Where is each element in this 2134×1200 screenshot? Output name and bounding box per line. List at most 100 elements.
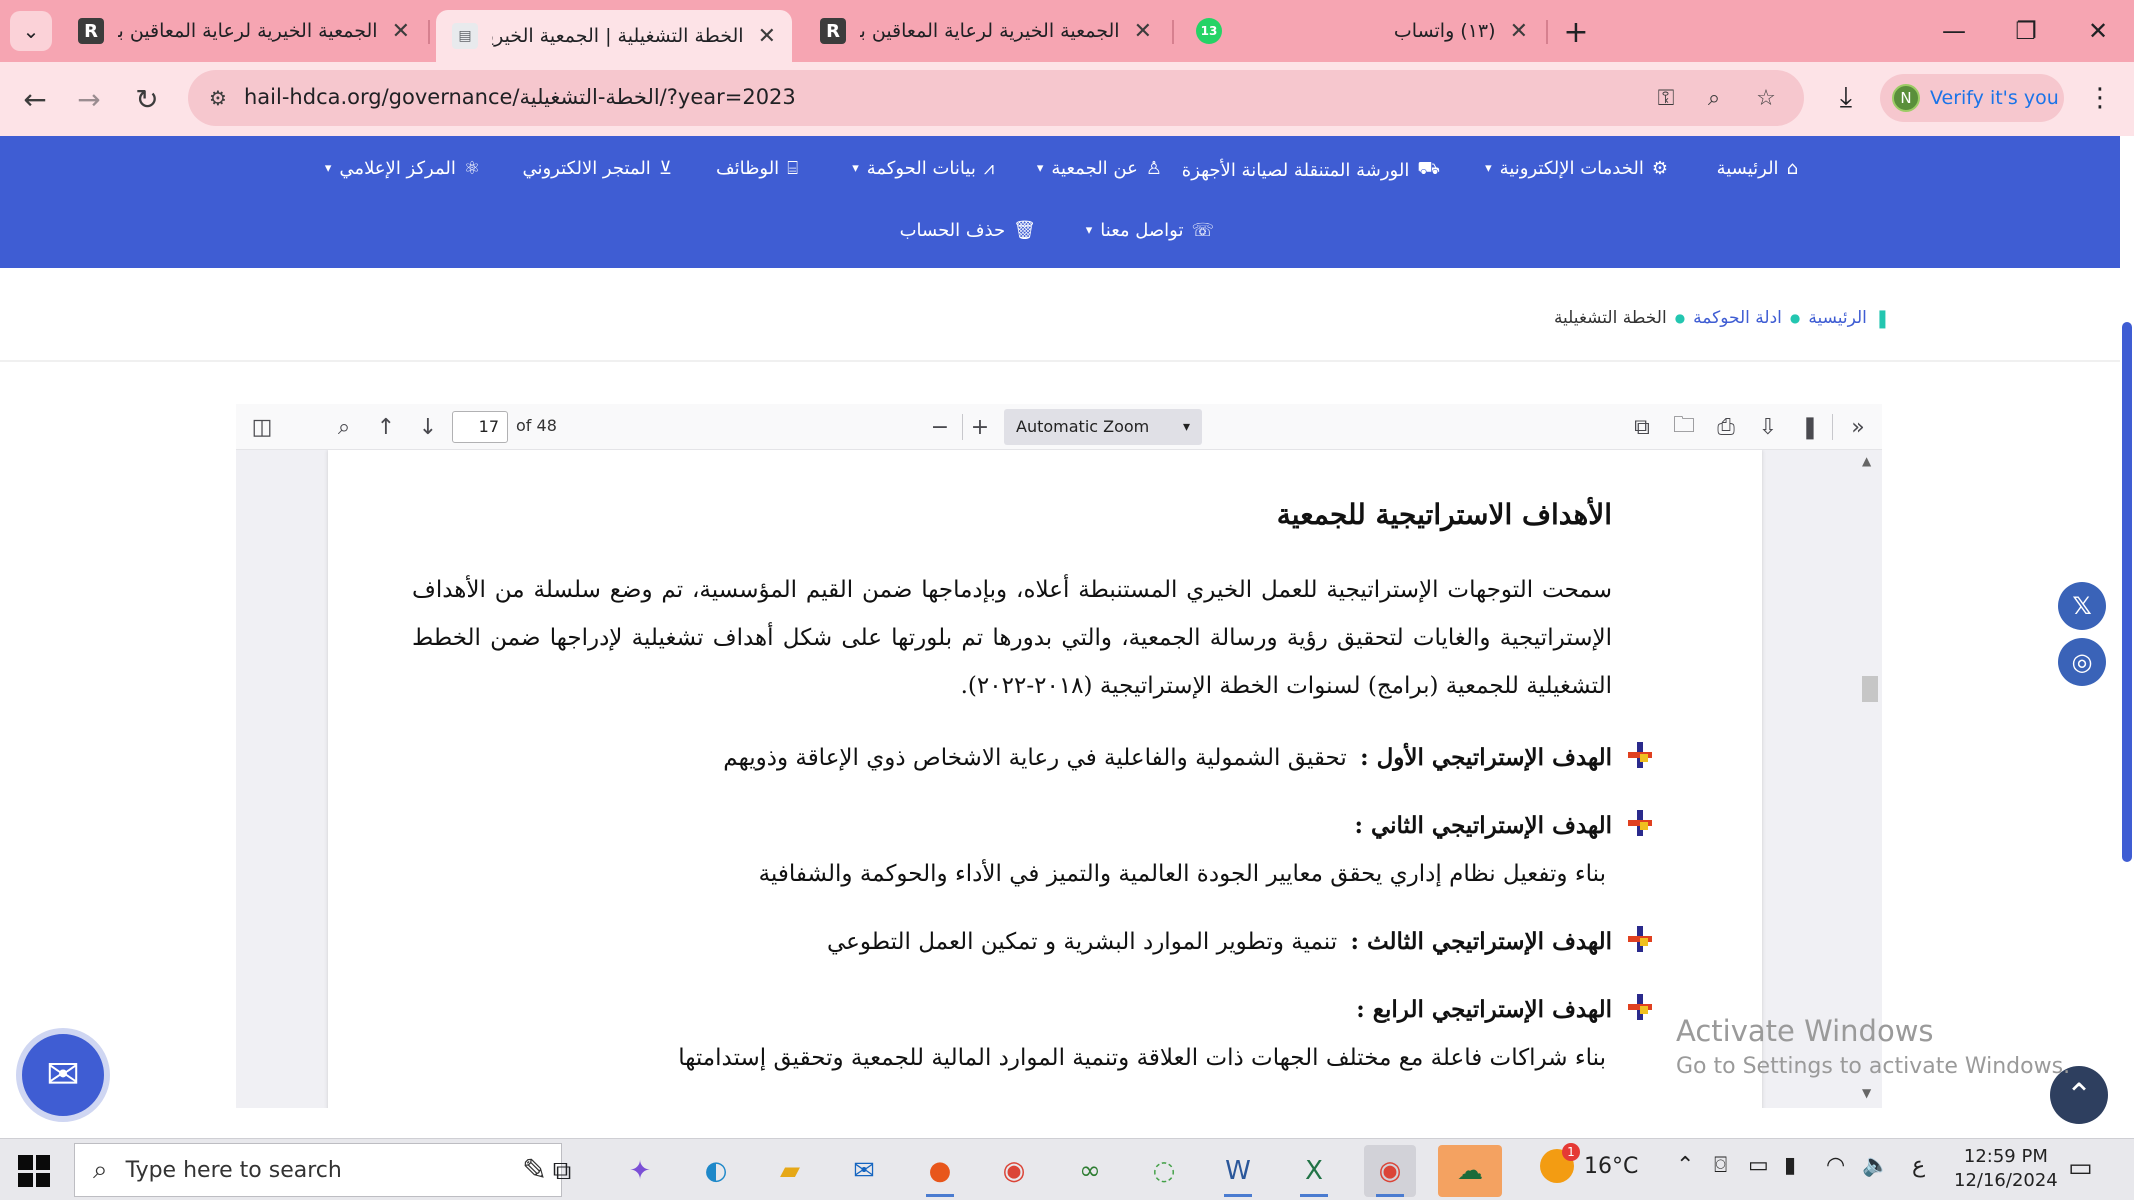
nav-item-contact[interactable]: ☏ تواصل معنا ▾ [1086, 220, 1214, 241]
running-indicator [1376, 1194, 1404, 1197]
wifi-icon[interactable]: ◠ [1826, 1153, 1845, 1178]
camera-icon[interactable]: ⌼ [1714, 1153, 1727, 1178]
bookmark-star-icon[interactable]: ☆ [1748, 80, 1784, 116]
nav-item-e-store[interactable]: ⊻ المتجر الالكتروني [522, 158, 672, 179]
presentation-mode-button[interactable]: ⧉ [1624, 409, 1660, 445]
pdf-scrollbar[interactable]: ▲ ▼ [1856, 450, 1882, 1108]
nav-item-home[interactable]: ⌂ الرئيسية [1717, 158, 1798, 179]
forward-button[interactable]: → [64, 74, 114, 124]
copilot-icon: ✦ [629, 1156, 651, 1186]
page-scroll-thumb[interactable] [2122, 322, 2132, 862]
volume-icon[interactable]: 🔈 [1862, 1153, 1889, 1178]
windows-logo-icon [18, 1172, 33, 1187]
save-button[interactable]: ⇩ [1750, 409, 1786, 445]
print-button[interactable]: ⎙ [1708, 409, 1744, 445]
site-favicon-icon: R [78, 18, 104, 44]
page-number-input[interactable]: 17 [452, 411, 508, 443]
excel-app[interactable]: X [1288, 1145, 1340, 1197]
sync-icon: ◌ [1152, 1156, 1176, 1186]
goal-text: تحقيق الشمولية والفاعلية في رعاية الاشخا… [723, 745, 1347, 771]
back-button[interactable]: ← [10, 74, 60, 124]
zoom-icon[interactable]: ⌕ [1696, 80, 1732, 116]
nav-item-about[interactable]: ♙ عن الجمعية ▾ [1037, 158, 1162, 179]
nav-item-jobs[interactable]: ⌸ الوظائف [716, 158, 798, 179]
downloads-button[interactable]: ⤓ [1824, 75, 1868, 119]
system-clock[interactable]: 12:59 PM 12/16/2024 [1954, 1145, 2058, 1193]
close-tab-icon[interactable]: ✕ [392, 19, 410, 44]
notification-center-button[interactable]: ▭ [2068, 1153, 2093, 1183]
start-button[interactable] [18, 1155, 50, 1187]
show-hidden-icons-button[interactable]: ⌃ [1676, 1153, 1694, 1178]
game-app[interactable]: ∞ [1064, 1145, 1116, 1197]
upload-app[interactable]: ☁ [1438, 1145, 1502, 1197]
browser-menu-button[interactable]: ⋮ [2084, 78, 2116, 118]
nav-item-mobile-workshop[interactable]: ⛟ الورشة المتنقلة لصيانة الأجهزة [1182, 158, 1440, 182]
nav-item-e-services[interactable]: ⚙ الخدمات الإلكترونية ▾ [1485, 158, 1668, 179]
taskbar-search-input[interactable]: ⌕ Type here to search ✎ [74, 1143, 562, 1197]
contact-mail-button[interactable]: ✉ [16, 1028, 110, 1122]
mail-app[interactable]: ✉ [838, 1145, 890, 1197]
verify-profile-button[interactable]: N Verify it's you [1880, 74, 2064, 122]
toggle-sidebar-button[interactable]: ◫ [244, 409, 280, 445]
close-tab-icon[interactable]: ✕ [758, 24, 776, 49]
browser-tab-3[interactable]: R الجمعية الخيرية لرعاية المعاقين بحائل … [804, 8, 1168, 54]
address-bar[interactable]: ⚙ hail-hdca.org/governance/الخطة-التشغيل… [188, 70, 1804, 126]
site-settings-icon[interactable]: ⚙ [200, 80, 236, 116]
close-window-button[interactable]: ✕ [2068, 10, 2128, 52]
next-page-button[interactable]: ↓ [410, 409, 446, 445]
scroll-up-icon[interactable]: ▲ [1862, 454, 1871, 468]
nav-item-delete-account[interactable]: 🗑 حذف الحساب [900, 220, 1036, 241]
weather-widget[interactable]: 1 16°C [1540, 1143, 1638, 1183]
chrome-app[interactable]: ◉ [988, 1145, 1040, 1197]
password-key-icon[interactable]: ⚿ [1648, 80, 1684, 116]
edge-app[interactable]: ◐ [690, 1145, 742, 1197]
close-tab-icon[interactable]: ✕ [1134, 19, 1152, 44]
zoom-select[interactable]: Automatic Zoom ▾ [1004, 409, 1202, 445]
search-placeholder: Type here to search [125, 1157, 342, 1183]
browser-tab-4[interactable]: 13 (١٣) واتساب ✕ [1180, 8, 1544, 54]
nav-item-governance-data[interactable]: ⩘ بيانات الحوكمة ▾ [852, 158, 994, 179]
tab-search-button[interactable]: ⌄ [10, 11, 52, 51]
display-icon[interactable]: ▭ [1748, 1153, 1769, 1178]
scroll-down-icon[interactable]: ▼ [1862, 1086, 1871, 1100]
minimize-button[interactable]: — [1924, 10, 1984, 52]
url-text[interactable]: hail-hdca.org/governance/الخطة-التشغيلية… [244, 85, 796, 109]
nav-item-media-center[interactable]: ⚛ المركز الإعلامي ▾ [325, 158, 480, 179]
copilot-app[interactable]: ✦ [614, 1145, 666, 1197]
firefox-app[interactable]: ● [914, 1145, 966, 1197]
nav-label: الوظائف [715, 158, 780, 179]
arrow-left-icon: ← [23, 82, 47, 116]
file-explorer-app[interactable]: ▰ [764, 1145, 816, 1197]
tools-button[interactable]: » [1840, 409, 1876, 445]
open-file-button[interactable]: 🗀 [1666, 409, 1702, 445]
breadcrumb-parent-link[interactable]: ادلة الحوكمة [1693, 308, 1782, 328]
close-tab-icon[interactable]: ✕ [1510, 19, 1528, 44]
instagram-button[interactable]: ◎ [2058, 638, 2106, 686]
restore-button[interactable]: ❐ [1996, 10, 2056, 52]
reload-button[interactable]: ↻ [122, 74, 172, 124]
browser-tab-2-active[interactable]: ▤ الخطة التشغيلية | الجمعية الخيرية ✕ [436, 10, 792, 62]
goal-label: الهدف الإستراتيجي الرابع : [1356, 996, 1612, 1023]
breadcrumb-home-link[interactable]: الرئيسية [1808, 308, 1867, 328]
word-app[interactable]: W [1212, 1145, 1264, 1197]
page-scrollbar[interactable] [2120, 136, 2134, 1138]
tab-title: الجمعية الخيرية لرعاية المعاقين بحائل [860, 20, 1120, 42]
task-view-button[interactable]: ⧉ [536, 1145, 588, 1197]
input-language[interactable]: ع [1912, 1153, 1925, 1178]
tab-separator [1172, 20, 1174, 44]
pdf-canvas[interactable]: الأهداف الاستراتيجية للجمعية سمحت التوجه… [236, 450, 1882, 1108]
zoom-in-button[interactable]: + [962, 409, 998, 445]
bookmark-button[interactable]: ❚ [1792, 409, 1828, 445]
x-twitter-button[interactable]: 𝕏 [2058, 582, 2106, 630]
minus-icon: − [930, 414, 950, 440]
new-tab-button[interactable]: + [1556, 12, 1596, 52]
previous-page-button[interactable]: ↑ [368, 409, 404, 445]
tab-title: (١٣) واتساب [1393, 20, 1496, 42]
sync-app[interactable]: ◌ [1138, 1145, 1190, 1197]
pdf-scroll-thumb[interactable] [1862, 676, 1878, 702]
chrome-profile-app[interactable]: ◉ [1364, 1145, 1416, 1197]
pdf-find-button[interactable]: ⌕ [326, 409, 362, 445]
zoom-out-button[interactable]: − [922, 409, 958, 445]
battery-icon[interactable]: ▮ [1784, 1153, 1796, 1178]
browser-tab-1[interactable]: R الجمعية الخيرية لرعاية المعاقين بحائل … [62, 8, 426, 54]
